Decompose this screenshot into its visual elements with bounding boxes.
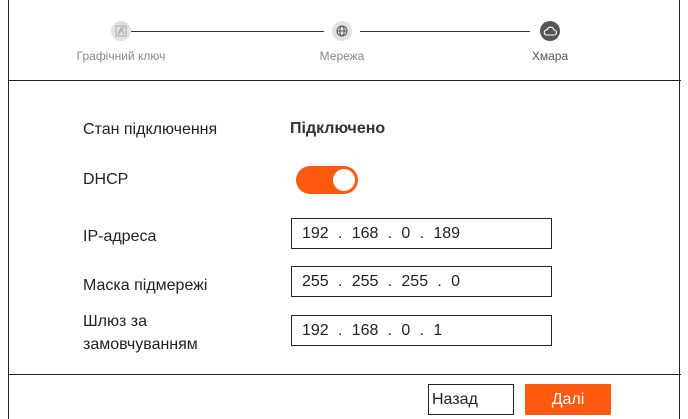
ip-octet[interactable]: 0 [401,225,410,243]
toggle-knob [333,169,355,191]
gateway-octet[interactable]: 0 [401,322,410,340]
gateway-label-line1: Шлюз за [83,313,148,330]
step-label: Графічний ключ [76,49,166,63]
network-setup-panel: Графічний ключ Мережа Хмара Стан підключ [8,0,681,419]
step-cloud[interactable]: Хмара [470,21,630,63]
header-divider [9,80,681,81]
step-pattern-lock[interactable]: Графічний ключ [41,21,201,63]
gateway-octet[interactable]: 1 [433,322,442,340]
cloud-icon [540,21,560,41]
ip-address-label: IP-адреса [83,228,157,245]
dhcp-toggle[interactable] [296,166,358,194]
gateway-field[interactable]: 192. 168. 0. 1 [291,315,552,346]
gateway-label-line2: замовчуванням [83,336,198,353]
dhcp-label: DHCP [83,171,129,188]
setup-wizard-progress: Графічний ключ Мережа Хмара [9,0,681,80]
next-button[interactable]: Далі [525,384,611,415]
pattern-lock-icon [111,21,131,41]
back-button[interactable]: Назад [428,384,514,415]
mask-octet[interactable]: 0 [451,273,460,291]
connection-status-value: Підключено [290,120,386,137]
mask-octet[interactable]: 255 [302,273,329,291]
ip-octet[interactable]: 189 [433,225,460,243]
step-label: Хмара [531,49,569,63]
step-label: Мережа [319,49,365,63]
gateway-octet[interactable]: 168 [352,322,379,340]
footer-divider [9,374,681,375]
ip-address-field[interactable]: 192. 168. 0. 189 [291,218,552,249]
mask-octet[interactable]: 255 [401,273,428,291]
subnet-mask-field[interactable]: 255. 255. 255. 0 [291,266,552,297]
globe-icon [332,21,352,41]
ip-octet[interactable]: 192 [302,225,329,243]
step-network[interactable]: Мережа [262,21,422,63]
subnet-mask-label: Маска підмережі [83,277,208,294]
mask-octet[interactable]: 255 [352,273,379,291]
gateway-octet[interactable]: 192 [302,322,329,340]
connection-status-label: Стан підключення [83,121,218,138]
ip-octet[interactable]: 168 [352,225,379,243]
